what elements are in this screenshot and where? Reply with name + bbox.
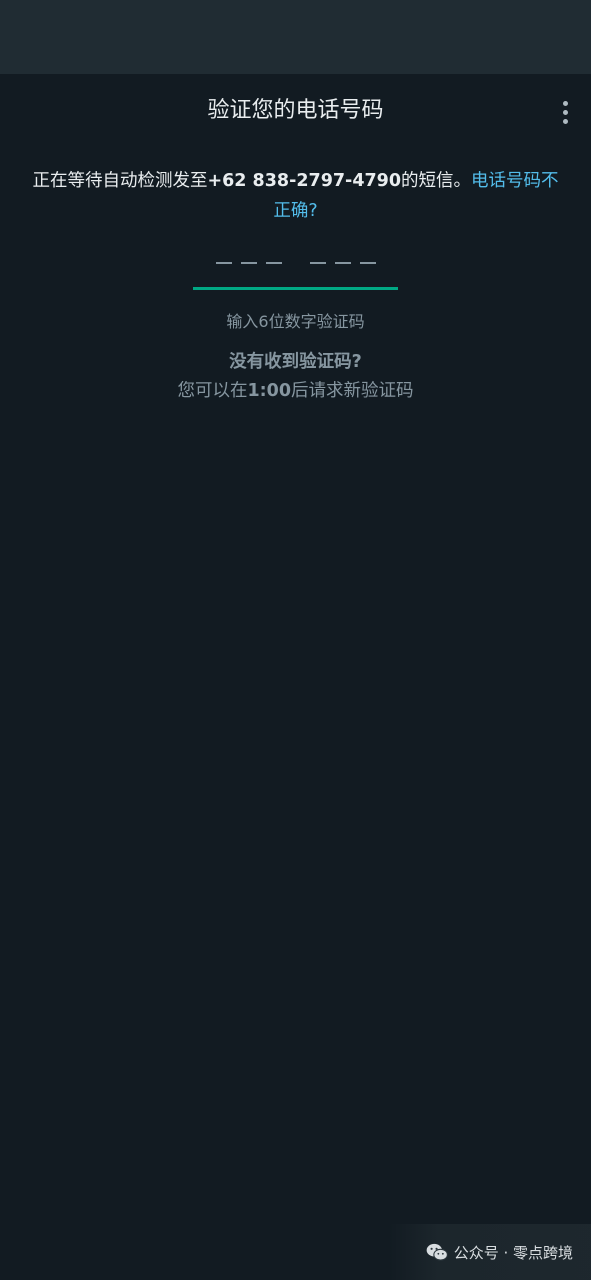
code-digit-slot — [359, 262, 376, 264]
not-received-title: 没有收到验证码? — [229, 352, 362, 372]
resend-timer-text: 您可以在1:00后请求新验证码 — [0, 377, 591, 405]
code-group-second — [309, 250, 376, 264]
page-title: 验证您的电话号码 — [207, 98, 384, 123]
resend-timer: 1:00 — [247, 381, 292, 401]
code-input-underline — [193, 287, 398, 290]
status-bar — [0, 0, 591, 74]
watermark-text: 公众号 · 零点跨境 — [453, 1243, 573, 1262]
code-digit-slot — [309, 262, 326, 264]
code-input[interactable] — [193, 244, 398, 292]
info-prefix: 正在等待自动检测发至 — [32, 171, 208, 191]
more-vert-icon-dot — [562, 109, 568, 115]
info-suffix: 的短信。 — [401, 171, 472, 191]
code-digit-slot — [240, 262, 257, 264]
more-vert-icon — [562, 100, 568, 106]
code-group-first — [215, 250, 282, 264]
more-options-button[interactable] — [553, 98, 577, 126]
code-hint: 输入6位数字验证码 — [226, 312, 365, 331]
code-digit-slot — [215, 262, 232, 264]
app-bar: 验证您的电话号码 — [0, 74, 591, 148]
code-digit-slot — [334, 262, 351, 264]
phone-number: +62 838-2797-4790 — [207, 171, 402, 191]
wechat-icon — [426, 1243, 448, 1261]
verification-info-text: 正在等待自动检测发至+62 838-2797-4790的短信。电话号码不正确? — [28, 166, 563, 226]
watermark: 公众号 · 零点跨境 — [389, 1224, 591, 1280]
resend-suffix: 后请求新验证码 — [291, 381, 414, 401]
code-placeholder — [193, 244, 398, 264]
code-digit-slot — [265, 262, 282, 264]
more-vert-icon-dot — [562, 118, 568, 124]
resend-prefix: 您可以在 — [177, 381, 248, 401]
